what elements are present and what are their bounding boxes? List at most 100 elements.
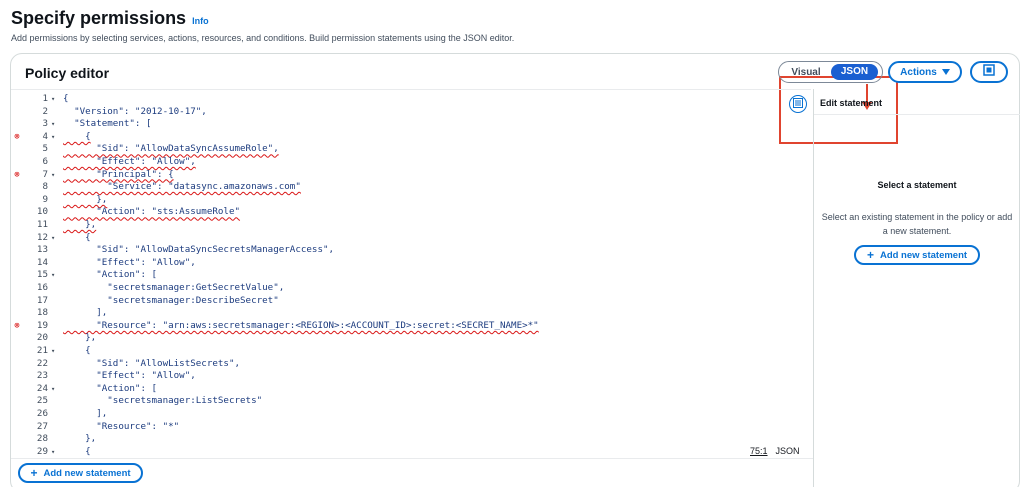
add-new-statement-side-button[interactable]: + Add new statement [854,245,980,265]
code-line[interactable]: 17 "secretsmanager:DescribeSecret" [11,295,791,307]
actions-button[interactable]: Actions [888,61,962,83]
code-text: }, [63,332,97,344]
code-line[interactable]: 13 "Sid": "AllowDataSyncSecretsManagerAc… [11,244,791,256]
fullscreen-icon [983,63,995,81]
code-line[interactable]: 1 ▾ { [11,93,791,105]
code-text: { [63,445,91,457]
editor-status-bar: 75:1 JSON [750,446,800,456]
code-text: "Sid": "AllowDataSyncAssumeRole", [63,143,279,155]
code-text: { [63,130,91,142]
code-line[interactable]: 16 "secretsmanager:GetSecretValue", [11,282,791,294]
code-line[interactable]: ⊗ 7 ▾ "Principal": { [11,169,791,181]
code-text: "Version": "2012-10-17", [63,105,207,117]
line-number: 6 [42,156,48,167]
edit-statement-title: Edit statement [820,98,883,108]
code-line[interactable]: 21 ▾ { [11,345,791,357]
line-number: 29 [36,445,48,457]
code-line[interactable]: 10 "Action": "sts:AssumeRole" [11,206,791,218]
code-text: "Action": [ [63,382,158,394]
code-line[interactable]: ⊗ 4 ▾ { [11,131,791,143]
fold-caret-icon[interactable]: ▾ [51,169,55,181]
code-line[interactable]: 8 "Service": "datasync.amazonaws.com" [11,181,791,193]
code-line[interactable]: 27 "Resource": "*" [11,421,791,433]
format-icon [793,95,803,113]
code-line[interactable]: 24 ▾ "Action": [ [11,383,791,395]
line-number: 7 [42,168,48,180]
toggle-visual[interactable]: Visual [781,67,831,78]
code-text: { [63,345,91,356]
code-text: "Resource": "*" [63,420,180,432]
code-text: }, [63,433,97,445]
code-line[interactable]: ⊗ 19 "Resource": "arn:aws:secretsmanager:… [11,320,791,332]
code-text: "Action": "sts:AssumeRole" [63,206,241,218]
line-number: 13 [36,244,48,256]
line-number: 25 [36,395,48,407]
line-number: 23 [36,370,48,382]
fold-caret-icon[interactable]: ▾ [51,118,55,130]
code-text: ], [63,307,108,319]
code-line[interactable]: 5 "Sid": "AllowDataSyncAssumeRole", [11,143,791,155]
info-link[interactable]: Info [192,16,209,26]
panel-divider [813,89,814,487]
line-number: 10 [36,206,48,218]
fold-caret-icon[interactable]: ▾ [51,131,55,143]
cursor-position[interactable]: 75:1 [750,446,768,456]
code-text: "Service": "datasync.amazonaws.com" [63,181,301,193]
editor-mode-toggle[interactable]: Visual JSON [778,61,883,83]
caret-down-icon [941,67,950,78]
line-number: 12 [36,231,48,243]
add-new-statement-button[interactable]: + Add new statement [18,463,143,483]
code-text: "Resource": "arn:aws:secretsmanager:<REG… [63,319,539,331]
add-statement-label: Add new statement [43,467,131,479]
code-line[interactable]: 18 ], [11,307,791,319]
code-text: "secretsmanager:DescribeSecret" [63,294,279,306]
line-number: 9 [42,193,48,205]
code-line[interactable]: 2 "Version": "2012-10-17", [11,106,791,118]
line-number: 5 [42,143,48,155]
code-line[interactable]: 26 ], [11,408,791,420]
error-circle-icon[interactable]: ⊗ [12,169,22,181]
error-circle-icon[interactable]: ⊗ [12,131,22,143]
line-number: 28 [36,433,48,445]
code-line[interactable]: 14 "Effect": "Allow", [11,257,791,269]
editor-mode-label: JSON [775,446,800,456]
error-circle-icon[interactable]: ⊗ [12,320,22,332]
code-line[interactable]: 28 }, [11,433,791,445]
fullscreen-button[interactable] [970,61,1008,83]
line-number: 1 [42,93,48,104]
code-line[interactable]: 3 ▾ "Statement": [ [11,118,791,130]
code-text: "Effect": "Allow", [63,156,196,167]
fold-caret-icon[interactable]: ▾ [51,232,55,244]
line-number: 3 [42,118,48,130]
code-line[interactable]: 15 ▾ "Action": [ [11,269,791,281]
json-code-editor[interactable]: 1 ▾{2 "Version": "2012-10-17", 3 ▾ "Stateme… [11,89,811,458]
select-statement-title: Select a statement [877,180,957,190]
fold-caret-icon[interactable]: ▾ [51,93,55,105]
fold-caret-icon[interactable]: ▾ [51,383,55,395]
code-line[interactable]: 9 }, [11,194,791,206]
line-number: 26 [36,408,48,419]
toggle-json[interactable]: JSON [831,64,878,80]
line-number: 19 [36,319,48,331]
line-number: 21 [36,345,48,356]
add-statement-label: Add new statement [879,249,968,261]
code-line[interactable]: 12 ▾ { [11,232,791,244]
code-line[interactable]: 11 }, [11,219,791,231]
code-line[interactable]: 20 }, [11,332,791,344]
code-text: }, [63,219,97,230]
code-line[interactable]: 22 "Sid": "AllowListSecrets", [11,358,791,370]
fold-caret-icon[interactable]: ▾ [51,446,55,458]
code-line[interactable]: 25 "secretsmanager:ListSecrets" [11,395,791,407]
code-line[interactable]: 29 ▾ { [11,446,791,458]
line-number: 4 [42,130,48,142]
title-row: Specify permissions Info [11,8,209,29]
code-text: "Principal": { [63,168,174,180]
code-text: "secretsmanager:GetSecretValue", [63,282,285,293]
code-text: { [63,231,91,243]
code-line[interactable]: 6 "Effect": "Allow", [11,156,791,168]
code-text: "secretsmanager:ListSecrets" [63,395,263,407]
fold-caret-icon[interactable]: ▾ [51,345,55,357]
format-button[interactable] [789,95,807,113]
code-line[interactable]: 23 "Effect": "Allow", [11,370,791,382]
fold-caret-icon[interactable]: ▾ [51,269,55,281]
